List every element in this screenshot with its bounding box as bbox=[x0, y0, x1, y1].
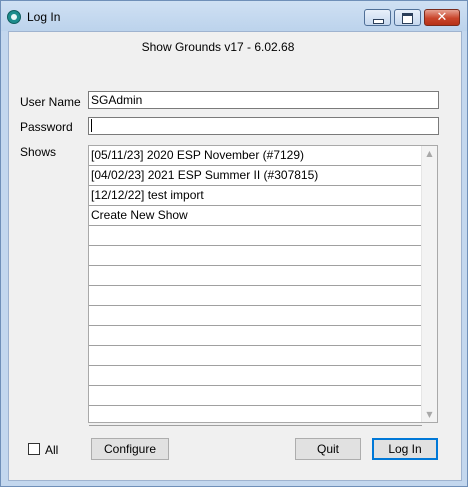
list-item[interactable] bbox=[89, 246, 422, 266]
list-item[interactable]: [04/02/23] 2021 ESP Summer II (#307815) bbox=[89, 166, 422, 186]
username-field[interactable]: SGAdmin bbox=[88, 91, 439, 109]
list-item[interactable] bbox=[89, 306, 422, 326]
all-checkbox[interactable] bbox=[28, 443, 40, 455]
login-button[interactable]: Log In bbox=[372, 438, 438, 460]
list-item[interactable] bbox=[89, 406, 422, 426]
quit-button[interactable]: Quit bbox=[295, 438, 361, 460]
username-label: User Name bbox=[20, 95, 81, 109]
all-label: All bbox=[45, 443, 59, 457]
password-label: Password bbox=[20, 120, 73, 134]
close-icon: ✕ bbox=[436, 10, 448, 25]
maximize-button[interactable] bbox=[394, 9, 421, 26]
maximize-icon bbox=[402, 13, 413, 24]
dialog-body: Show Grounds v17 - 6.02.68 User Name SGA… bbox=[8, 31, 462, 481]
list-item[interactable]: [05/11/23] 2020 ESP November (#7129) bbox=[89, 146, 422, 166]
scroll-down-arrow-icon[interactable]: ▼ bbox=[425, 410, 434, 419]
app-version: Show Grounds v17 - 6.02.68 bbox=[141, 40, 295, 54]
list-item[interactable]: Create New Show bbox=[89, 206, 422, 226]
list-item[interactable] bbox=[89, 266, 422, 286]
shows-label: Shows bbox=[20, 145, 57, 159]
list-item[interactable] bbox=[89, 326, 422, 346]
shows-scrollbar[interactable]: ▲ ▼ bbox=[421, 146, 437, 422]
configure-button[interactable]: Configure bbox=[91, 438, 169, 460]
list-item[interactable] bbox=[89, 346, 422, 366]
minimize-icon bbox=[373, 19, 384, 24]
list-item[interactable] bbox=[89, 366, 422, 386]
username-value: SGAdmin bbox=[91, 93, 143, 107]
list-item[interactable] bbox=[89, 286, 422, 306]
close-button[interactable]: ✕ bbox=[424, 9, 460, 26]
password-field[interactable] bbox=[88, 117, 439, 135]
app-icon bbox=[7, 10, 21, 24]
list-item[interactable] bbox=[89, 386, 422, 406]
shows-rows: [05/11/23] 2020 ESP November (#7129) [04… bbox=[89, 146, 422, 426]
minimize-button[interactable] bbox=[364, 9, 391, 26]
window-title: Log In bbox=[27, 10, 61, 24]
shows-list[interactable]: [05/11/23] 2020 ESP November (#7129) [04… bbox=[88, 145, 438, 426]
scroll-up-arrow-icon[interactable]: ▲ bbox=[425, 149, 434, 158]
login-window: Log In ✕ Show Grounds v17 - 6.02.68 User… bbox=[0, 0, 468, 487]
text-caret bbox=[91, 119, 92, 132]
list-item[interactable] bbox=[89, 226, 422, 246]
title-bar[interactable]: Log In ✕ bbox=[1, 1, 467, 31]
list-item[interactable]: [12/12/22] test import bbox=[89, 186, 422, 206]
